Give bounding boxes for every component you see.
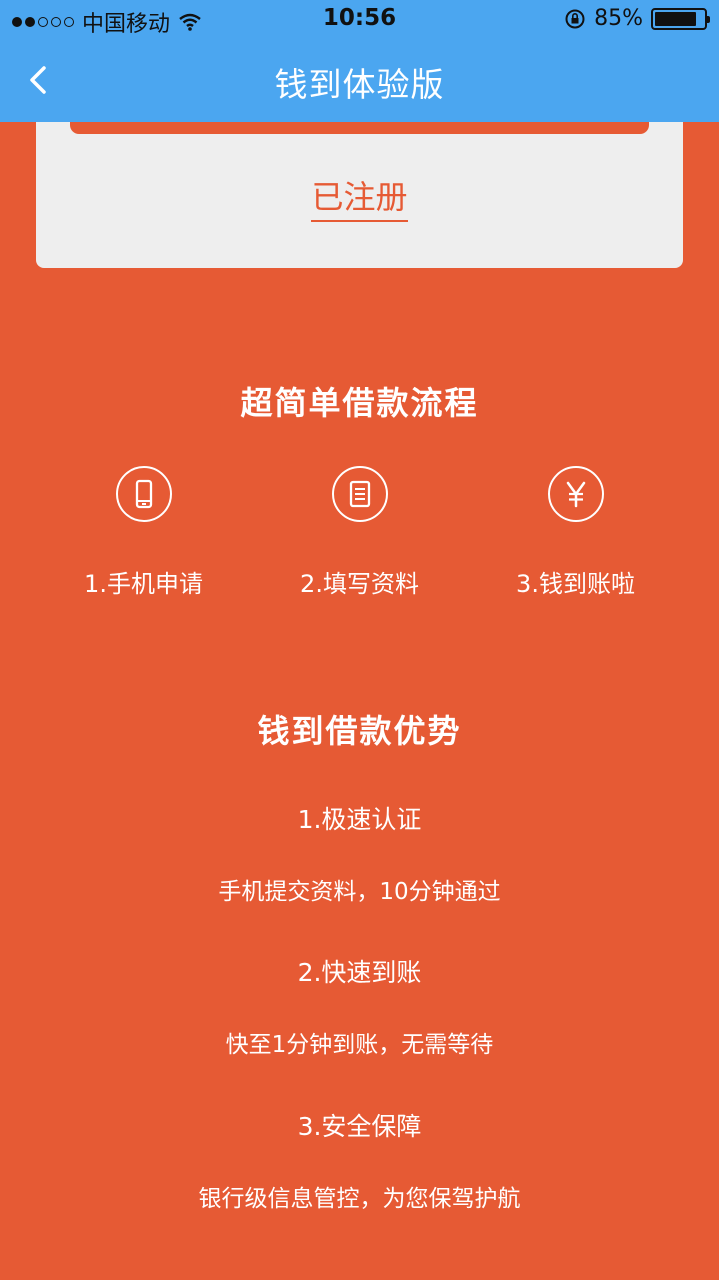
mobile-phone-icon [115, 466, 172, 522]
yen-icon [547, 466, 604, 522]
registered-link[interactable]: 已注册 [311, 178, 408, 222]
status-bar: 中国移动 10:56 85% [0, 0, 719, 40]
process-step-label: 1.手机申请 [84, 570, 203, 598]
status-right: 85% [564, 6, 710, 31]
advantage-item: 1.极速认证 手机提交资料，10分钟通过 [0, 800, 719, 906]
advantage-heading: 3.安全保障 [297, 1112, 422, 1141]
advantage-heading: 2.快速到账 [297, 958, 422, 987]
document-icon [331, 466, 388, 522]
advantage-heading: 1.极速认证 [297, 805, 422, 834]
process-step: 2.填写资料 [252, 466, 467, 599]
advantage-desc: 手机提交资料，10分钟通过 [218, 879, 501, 905]
registered-link-row: 已注册 [36, 172, 683, 222]
process-steps: 1.手机申请 2.填写资料 3.钱到账啦 [36, 466, 683, 599]
process-step-label: 2.填写资料 [300, 570, 419, 598]
process-step: 1.手机申请 [36, 466, 251, 599]
process-step: 3.钱到账啦 [468, 466, 683, 599]
advantage-desc: 银行级信息管控，为您保驾护航 [198, 1186, 521, 1212]
register-card: 已注册 [36, 100, 683, 268]
advantages-title: 钱到借款优势 [257, 712, 462, 750]
page-title: 钱到体验版 [274, 65, 445, 104]
process-step-label: 3.钱到账啦 [516, 570, 635, 598]
battery-icon [651, 7, 710, 30]
advantage-item: 3.安全保障 银行级信息管控，为您保驾护航 [0, 1107, 719, 1213]
process-title: 超简单借款流程 [240, 384, 479, 422]
advantage-desc: 快至1分钟到账，无需等待 [225, 1032, 494, 1058]
battery-percent: 85% [594, 6, 643, 31]
rotation-lock-icon [565, 9, 585, 28]
top-bar: 中国移动 10:56 85% 钱到体验版 [0, 0, 719, 122]
advantage-item: 2.快速到账 快至1分钟到账，无需等待 [0, 953, 719, 1059]
